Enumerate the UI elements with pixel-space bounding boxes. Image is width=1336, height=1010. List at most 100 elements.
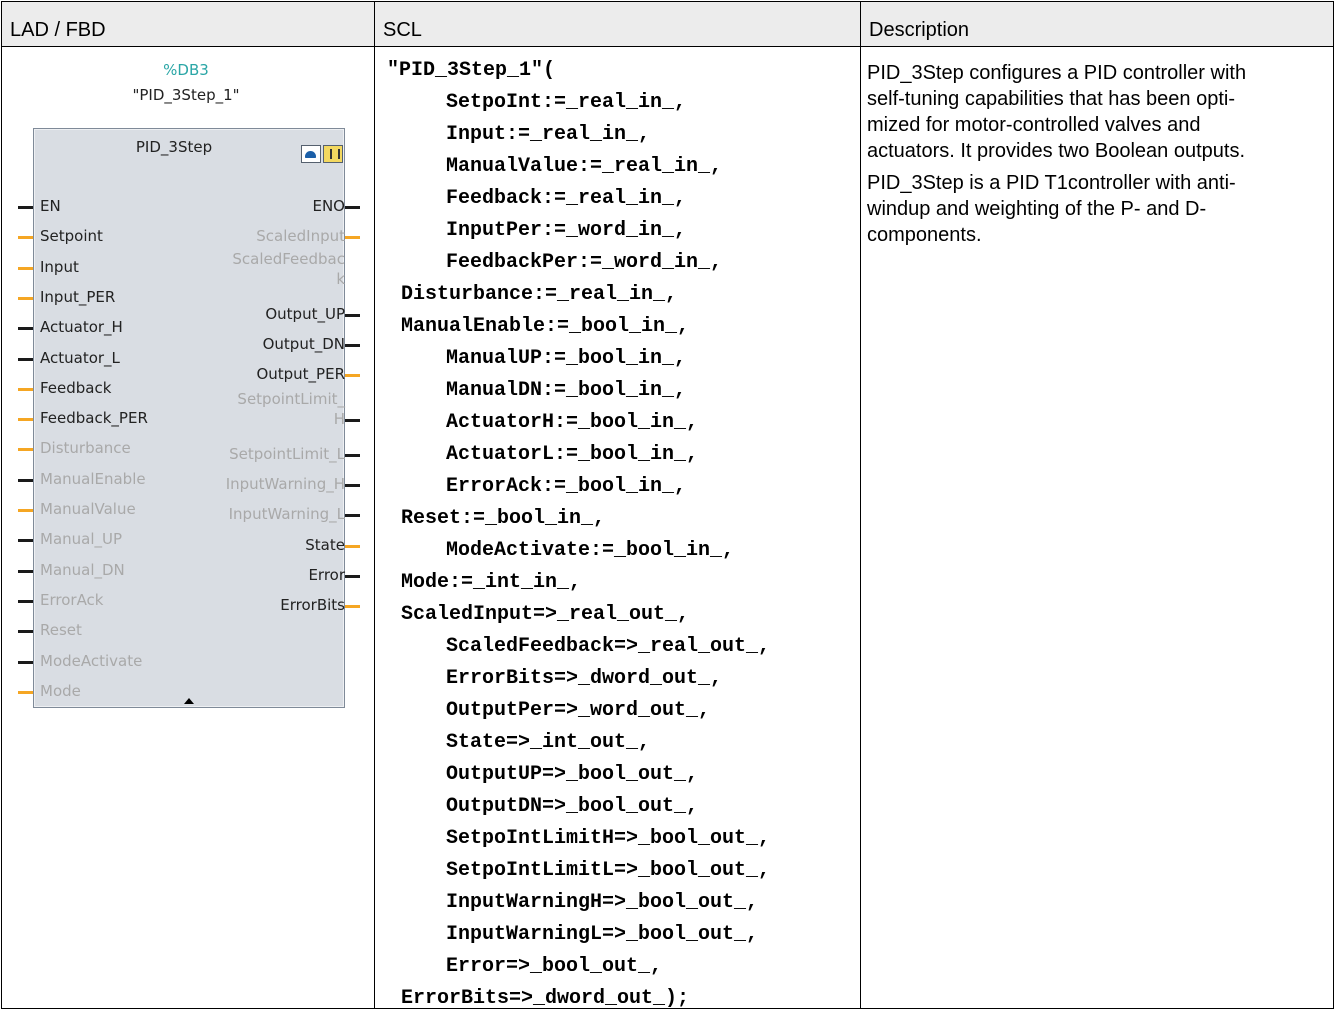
expand-arrow-icon[interactable]: [184, 698, 194, 704]
input-pin-connector[interactable]: [18, 236, 33, 240]
scl-code-line: ErrorAck:=_bool_in_,: [446, 475, 687, 498]
input-pin-connector[interactable]: [18, 690, 33, 694]
scl-code-line: OutputUP=>_bool_out_,: [446, 763, 699, 786]
input-pin-connector[interactable]: [18, 448, 33, 452]
scl-code-line: Error=>_bool_out_,: [446, 955, 663, 978]
input-pin-connector[interactable]: [18, 357, 33, 361]
input-pin-label: Input: [40, 257, 79, 276]
input-pin-label: Input_PER: [40, 287, 116, 306]
header-lad-fbd-label: LAD / FBD: [10, 19, 106, 41]
block-type-name: PID_3Step: [135, 138, 213, 156]
output-pin-connector[interactable]: [345, 206, 360, 209]
input-pin-label: Manual_UP: [40, 530, 123, 549]
input-pin-connector[interactable]: [18, 266, 33, 270]
scl-code-line: State=>_int_out_,: [446, 731, 651, 754]
description-text: PID_3Step configures a PID controller wi…: [867, 60, 1329, 248]
output-pin-connector[interactable]: [345, 314, 360, 317]
input-pin-label: ManualValue: [40, 500, 136, 518]
output-pin-connector[interactable]: [345, 454, 360, 457]
input-pin-connector[interactable]: [18, 630, 33, 634]
description-line: self-tuning capabilities that has been o…: [867, 88, 1236, 110]
input-pin-label: Manual_DN: [40, 560, 125, 579]
output-pin-label: InputWarning_L: [228, 505, 345, 523]
output-pin-label: Output_PER: [256, 365, 345, 383]
input-pin-connector[interactable]: [18, 387, 33, 391]
header-scl-label: SCL: [383, 19, 422, 41]
output-pin-label: Output_UP: [265, 305, 345, 323]
scl-code-line: ErrorBits=>_dword_out_);: [401, 987, 690, 1010]
input-pin-connector[interactable]: [18, 418, 33, 422]
output-pin-connector[interactable]: [345, 419, 360, 422]
input-pin-connector[interactable]: [18, 206, 33, 209]
output-pin-connector[interactable]: [345, 514, 360, 517]
input-pin-label: Feedback: [40, 378, 112, 397]
output-pin-connector[interactable]: [345, 484, 360, 487]
input-pin-connector[interactable]: [18, 478, 33, 482]
output-pin-label: SetpointLimit_: [237, 390, 345, 408]
input-pin-connector[interactable]: [18, 327, 33, 331]
header-description: Description: [861, 2, 1333, 47]
scl-code-line: ModeActivate:=_bool_in_,: [446, 539, 735, 562]
header-description-label: Description: [869, 19, 970, 41]
scl-code-line: ErrorBits=>_dword_out_,: [446, 667, 723, 690]
column-divider: [860, 2, 861, 1008]
scl-code-line: "PID_3Step_1"(: [387, 59, 556, 82]
scl-code-line: SetpoInt:=_real_in_,: [446, 91, 687, 114]
output-pin-label: InputWarning_H: [225, 475, 345, 493]
input-pin-connector[interactable]: [18, 599, 33, 603]
description-line: windup and weighting of the P- and D-: [867, 198, 1207, 220]
output-pin-label: ErrorBits: [280, 596, 345, 614]
input-pin-label: Feedback_PER: [40, 409, 148, 428]
input-pin-connector[interactable]: [18, 509, 33, 512]
output-pin-connector[interactable]: [345, 374, 360, 377]
scl-code-line: InputWarningL=>_bool_out_,: [446, 923, 759, 946]
scl-code-line: OutputDN=>_bool_out_,: [446, 795, 699, 818]
scl-code-line: ManualDN:=_bool_in_,: [446, 379, 687, 402]
scl-code-line: Mode:=_int_in_,: [401, 571, 582, 594]
input-pin-label: Actuator_L: [40, 348, 120, 367]
description-line: PID_3Step configures a PID controller wi…: [867, 62, 1247, 84]
scl-code-line: InputPer:=_word_in_,: [446, 219, 687, 242]
scl-code-line: ScaledInput=>_real_out_,: [401, 603, 690, 626]
input-pin-connector[interactable]: [18, 539, 33, 543]
output-pin-label: H: [333, 410, 345, 428]
input-pin-label: Disturbance: [40, 439, 131, 458]
scl-code-line: ManualValue:=_real_in_,: [446, 155, 723, 178]
input-pin-connector[interactable]: [18, 660, 33, 664]
scl-code-line: OutputPer=>_word_out_,: [446, 699, 711, 722]
input-pin-label: ModeActivate: [40, 651, 143, 670]
input-pin-label: Setpoint: [40, 227, 103, 246]
scl-code-line: FeedbackPer:=_word_in_,: [446, 251, 723, 274]
dial-icon[interactable]: [301, 145, 321, 163]
scl-code-line: SetpoIntLimitH=>_bool_out_,: [446, 827, 771, 850]
scl-code-line: ScaledFeedback=>_real_out_,: [446, 635, 771, 658]
output-pin-label: k: [336, 270, 345, 288]
column-divider: [374, 2, 375, 1008]
header-scl: SCL: [375, 2, 860, 47]
description-line: components.: [867, 224, 982, 246]
description-line: mized for motor-controlled valves and: [867, 114, 1201, 136]
output-pin-label: Output_DN: [262, 335, 345, 353]
scl-code-line: Disturbance:=_real_in_,: [401, 283, 678, 306]
output-pin-label: ScaledInput: [256, 227, 345, 245]
scl-code-line: ManualEnable:=_bool_in_,: [401, 315, 690, 338]
output-pin-label: SetpointLimit_L: [229, 445, 345, 463]
output-pin-connector[interactable]: [345, 605, 360, 608]
scl-code-line: Input:=_real_in_,: [446, 123, 651, 146]
scl-code-line: Reset:=_bool_in_,: [401, 507, 606, 530]
input-pin-label: ErrorAck: [40, 590, 104, 609]
input-pin-label: Actuator_H: [40, 318, 123, 337]
warning-icon[interactable]: [323, 145, 343, 163]
output-pin-connector[interactable]: [345, 236, 360, 239]
input-pin-connector[interactable]: [18, 569, 33, 573]
scl-code-line: ManualUP:=_bool_in_,: [446, 347, 687, 370]
output-pin-label: ScaledFeedbac: [232, 250, 345, 268]
input-pin-connector[interactable]: [18, 296, 33, 300]
output-pin-connector[interactable]: [345, 575, 360, 578]
description-paragraph-1: PID_3Step configures a PID controller wi…: [867, 60, 1329, 164]
description-line: actuators. It provides two Boolean outpu…: [867, 140, 1245, 162]
scl-code-line: ActuatorH:=_bool_in_,: [446, 411, 699, 434]
description-line: PID_3Step is a PID T1controller with ant…: [867, 172, 1236, 194]
output-pin-connector[interactable]: [345, 344, 360, 347]
output-pin-connector[interactable]: [345, 545, 360, 548]
